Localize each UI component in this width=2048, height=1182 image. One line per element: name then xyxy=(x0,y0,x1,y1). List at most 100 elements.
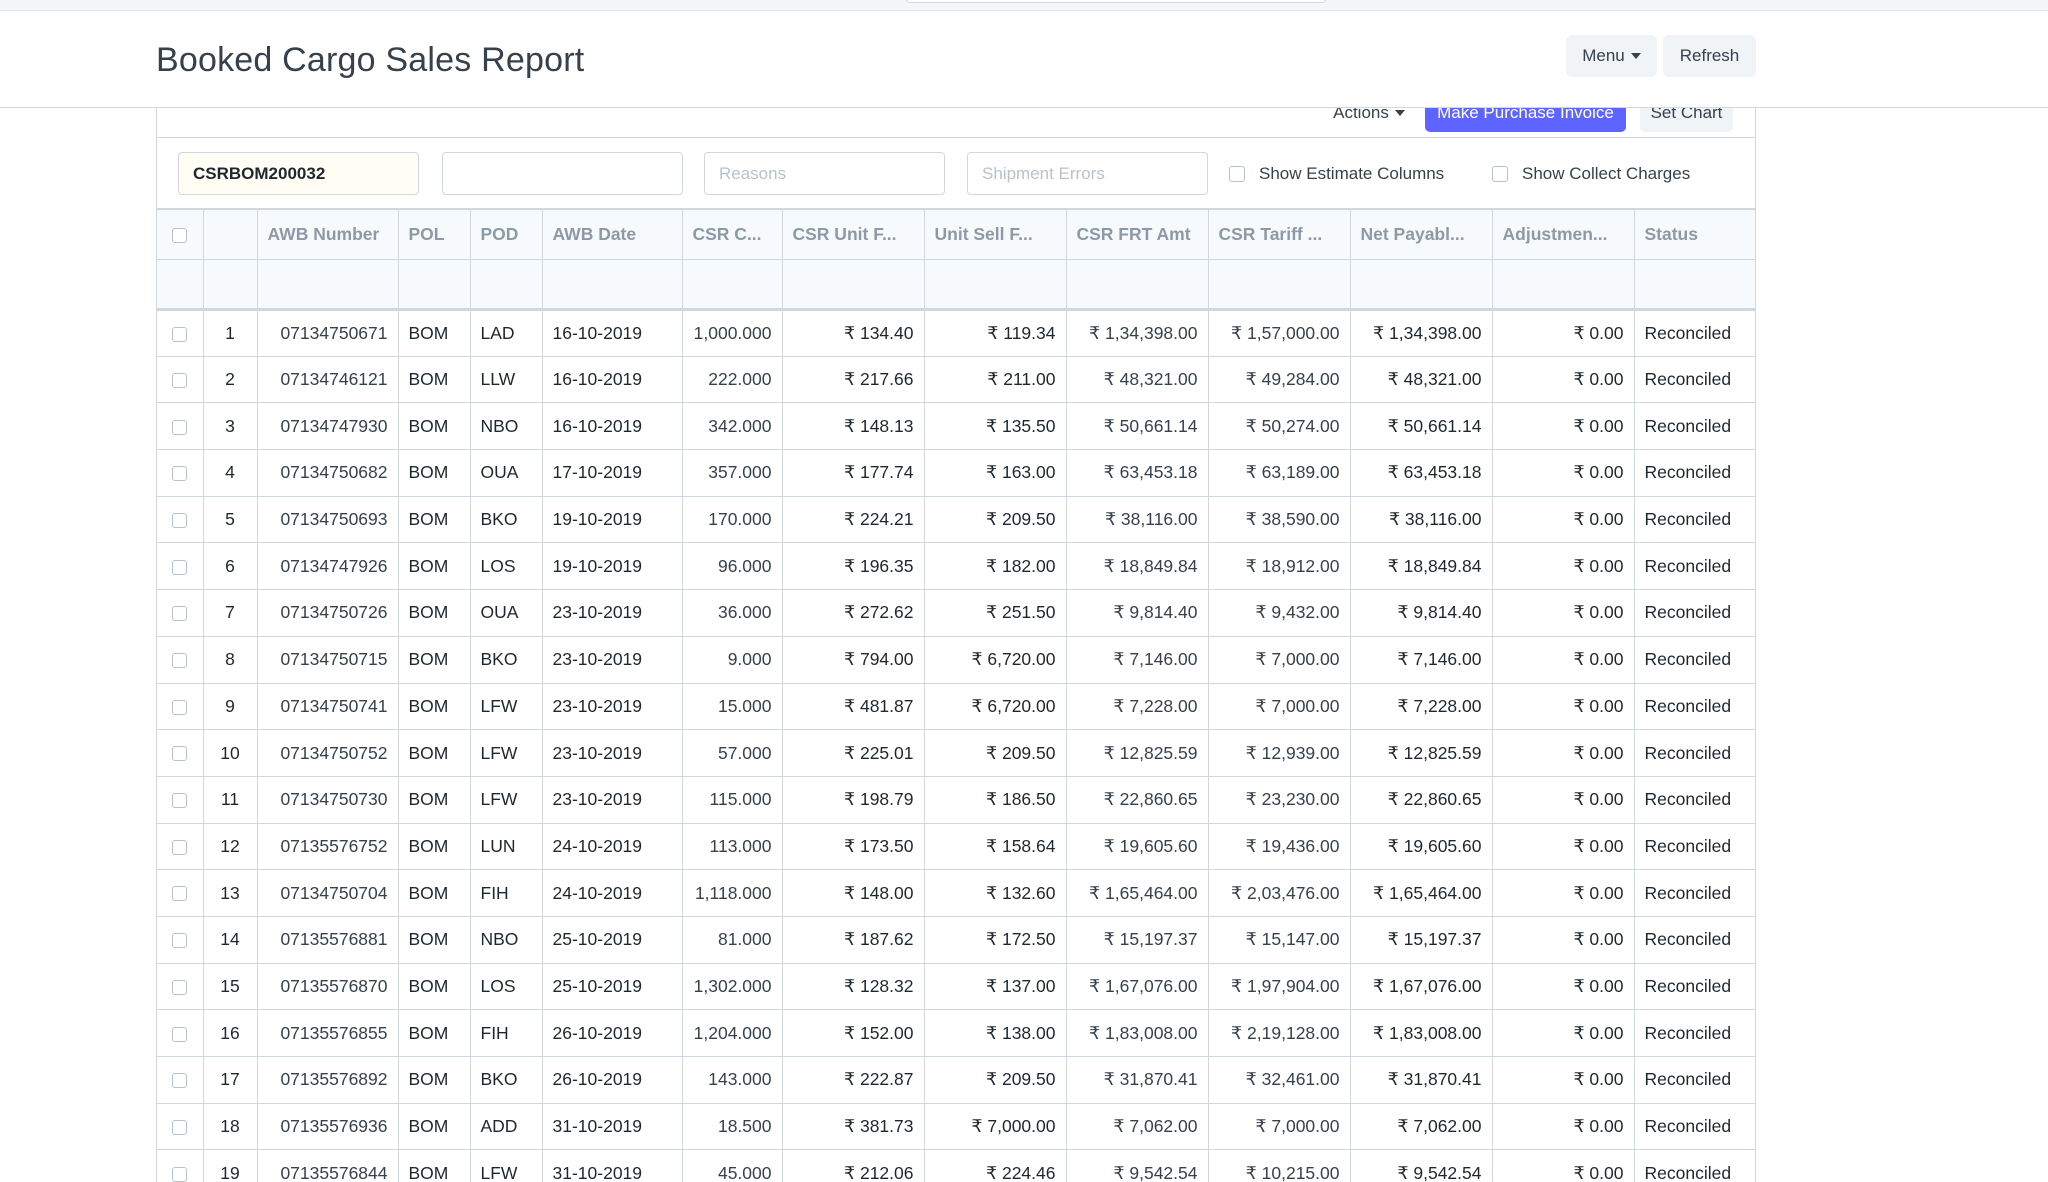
amount-cell[interactable]: ₹ 148.00 xyxy=(781,869,925,917)
amount-cell[interactable]: ₹ 15,197.37 xyxy=(1349,915,1493,964)
amount-cell[interactable]: ₹ 0.00 xyxy=(1491,869,1635,917)
amount-cell[interactable]: ₹ 187.62 xyxy=(781,915,925,964)
csr-chargeable-weight-cell[interactable]: 9.000 xyxy=(681,635,783,684)
amount-cell[interactable]: ₹ 138.00 xyxy=(923,1009,1067,1057)
row-checkbox[interactable] xyxy=(172,1026,188,1042)
awb-date-cell[interactable]: 25-10-2019 xyxy=(541,915,683,964)
amount-cell[interactable]: ₹ 128.32 xyxy=(781,962,925,1011)
amount-cell[interactable]: ₹ 7,000.00 xyxy=(1207,635,1351,684)
pod-cell[interactable]: BKO xyxy=(469,495,543,544)
amount-cell[interactable]: ₹ 212.06 xyxy=(781,1149,925,1182)
amount-cell[interactable]: ₹ 152.00 xyxy=(781,1009,925,1057)
pol-cell[interactable]: BOM xyxy=(397,449,471,497)
amount-cell[interactable]: ₹ 18,849.84 xyxy=(1349,542,1493,591)
table-row[interactable]: 3 07134747930 BOM NBO 16-10-2019 342.000 ₹ 148… xyxy=(157,402,1755,451)
amount-cell[interactable]: ₹ 1,34,398.00 xyxy=(1065,309,1209,357)
column-filter-cell[interactable] xyxy=(923,259,1067,311)
status-cell[interactable]: Reconciled xyxy=(1633,1149,1755,1182)
amount-cell[interactable]: ₹ 23,230.00 xyxy=(1207,775,1351,824)
amount-cell[interactable]: ₹ 9,814.40 xyxy=(1065,589,1209,637)
status-cell[interactable]: Reconciled xyxy=(1633,682,1755,731)
awb-number-cell[interactable]: 07135576892 xyxy=(256,1056,399,1104)
amount-cell[interactable]: ₹ 1,57,000.00 xyxy=(1207,309,1351,357)
column-filter-cell[interactable] xyxy=(1065,259,1209,311)
csr-chargeable-weight-cell[interactable]: 222.000 xyxy=(681,355,783,404)
amount-cell[interactable]: ₹ 224.46 xyxy=(923,1149,1067,1182)
amount-cell[interactable]: ₹ 7,062.00 xyxy=(1065,1102,1209,1151)
table-row[interactable]: 15 07135576870 BOM LOS 25-10-2019 1,302.000 ₹ … xyxy=(157,962,1755,1011)
csr-chargeable-weight-cell[interactable]: 1,204.000 xyxy=(681,1009,783,1057)
amount-cell[interactable]: ₹ 209.50 xyxy=(923,729,1067,777)
amount-cell[interactable]: ₹ 50,661.14 xyxy=(1065,402,1209,451)
pol-cell[interactable]: BOM xyxy=(397,309,471,357)
filter-input-2[interactable] xyxy=(442,152,683,195)
awb-number-cell[interactable]: 07134750693 xyxy=(256,495,399,544)
amount-cell[interactable]: ₹ 1,67,076.00 xyxy=(1065,962,1209,1011)
checkbox-box[interactable] xyxy=(1492,166,1508,182)
awb-number-cell[interactable]: 07135576752 xyxy=(256,822,399,871)
awb-date-cell[interactable]: 23-10-2019 xyxy=(541,682,683,731)
amount-cell[interactable]: ₹ 0.00 xyxy=(1491,449,1635,497)
select-all-checkbox[interactable] xyxy=(172,227,188,243)
row-checkbox[interactable] xyxy=(172,699,188,715)
column-header[interactable]: CSR FRT Amt xyxy=(1065,209,1209,260)
amount-cell[interactable]: ₹ 18,912.00 xyxy=(1207,542,1351,591)
table-row[interactable]: 8 07134750715 BOM BKO 23-10-2019 9.000 ₹ 794.0… xyxy=(157,635,1755,684)
pod-cell[interactable]: FIH xyxy=(469,869,543,917)
amount-cell[interactable]: ₹ 38,590.00 xyxy=(1207,495,1351,544)
awb-number-cell[interactable]: 07134750730 xyxy=(256,775,399,824)
awb-date-cell[interactable]: 19-10-2019 xyxy=(541,542,683,591)
reasons-filter-input[interactable] xyxy=(704,152,945,195)
row-checkbox[interactable] xyxy=(172,606,188,622)
amount-cell[interactable]: ₹ 225.01 xyxy=(781,729,925,777)
amount-cell[interactable]: ₹ 272.62 xyxy=(781,589,925,637)
amount-cell[interactable]: ₹ 381.73 xyxy=(781,1102,925,1151)
amount-cell[interactable]: ₹ 15,197.37 xyxy=(1065,915,1209,964)
status-cell[interactable]: Reconciled xyxy=(1633,589,1755,637)
csr-chargeable-weight-cell[interactable]: 45.000 xyxy=(681,1149,783,1182)
amount-cell[interactable]: ₹ 12,825.59 xyxy=(1349,729,1493,777)
shipment-errors-filter-input[interactable] xyxy=(967,152,1208,195)
amount-cell[interactable]: ₹ 2,03,476.00 xyxy=(1207,869,1351,917)
awb-number-cell[interactable]: 07134750741 xyxy=(256,682,399,731)
table-row[interactable]: 19 07135576844 BOM LFW 31-10-2019 45.000 ₹ 212… xyxy=(157,1149,1755,1182)
amount-cell[interactable]: ₹ 186.50 xyxy=(923,775,1067,824)
csr-chargeable-weight-cell[interactable]: 96.000 xyxy=(681,542,783,591)
row-checkbox[interactable] xyxy=(172,746,188,762)
pol-cell[interactable]: BOM xyxy=(397,402,471,451)
status-cell[interactable]: Reconciled xyxy=(1633,729,1755,777)
amount-cell[interactable]: ₹ 22,860.65 xyxy=(1349,775,1493,824)
row-checkbox[interactable] xyxy=(172,886,188,902)
awb-number-cell[interactable]: 07134750726 xyxy=(256,589,399,637)
column-header[interactable]: CSR Tariff ... xyxy=(1207,209,1351,260)
amount-cell[interactable]: ₹ 132.60 xyxy=(923,869,1067,917)
table-row[interactable]: 16 07135576855 BOM FIH 26-10-2019 1,204.000 ₹ … xyxy=(157,1009,1755,1057)
amount-cell[interactable]: ₹ 209.50 xyxy=(923,1056,1067,1104)
pod-cell[interactable]: FIH xyxy=(469,1009,543,1057)
table-row[interactable]: 14 07135576881 BOM NBO 25-10-2019 81.000 ₹ 187… xyxy=(157,915,1755,964)
awb-number-cell[interactable]: 07134750671 xyxy=(256,309,399,357)
amount-cell[interactable]: ₹ 7,228.00 xyxy=(1065,682,1209,731)
amount-cell[interactable]: ₹ 0.00 xyxy=(1491,309,1635,357)
awb-filter-input[interactable] xyxy=(178,152,419,195)
pod-cell[interactable]: LAD xyxy=(469,309,543,357)
amount-cell[interactable]: ₹ 49,284.00 xyxy=(1207,355,1351,404)
awb-date-cell[interactable]: 23-10-2019 xyxy=(541,729,683,777)
amount-cell[interactable]: ₹ 18,849.84 xyxy=(1065,542,1209,591)
set-chart-button[interactable]: Set Chart xyxy=(1640,108,1733,132)
table-row[interactable]: 11 07134750730 BOM LFW 23-10-2019 115.000 ₹ 19… xyxy=(157,775,1755,824)
status-cell[interactable]: Reconciled xyxy=(1633,402,1755,451)
awb-number-cell[interactable]: 07135576936 xyxy=(256,1102,399,1151)
status-cell[interactable]: Reconciled xyxy=(1633,1102,1755,1151)
table-row[interactable]: 9 07134750741 BOM LFW 23-10-2019 15.000 ₹ 481.… xyxy=(157,682,1755,731)
awb-date-cell[interactable]: 23-10-2019 xyxy=(541,589,683,637)
amount-cell[interactable]: ₹ 0.00 xyxy=(1491,729,1635,777)
table-row[interactable]: 2 07134746121 BOM LLW 16-10-2019 222.000 ₹ 217… xyxy=(157,355,1755,404)
amount-cell[interactable]: ₹ 7,228.00 xyxy=(1349,682,1493,731)
amount-cell[interactable]: ₹ 1,67,076.00 xyxy=(1349,962,1493,1011)
table-row[interactable]: 1 07134750671 BOM LAD 16-10-2019 1,000.000 ₹ 1… xyxy=(157,309,1755,357)
amount-cell[interactable]: ₹ 209.50 xyxy=(923,495,1067,544)
column-header[interactable]: AWB Number xyxy=(256,209,399,260)
amount-cell[interactable]: ₹ 251.50 xyxy=(923,589,1067,637)
status-cell[interactable]: Reconciled xyxy=(1633,635,1755,684)
